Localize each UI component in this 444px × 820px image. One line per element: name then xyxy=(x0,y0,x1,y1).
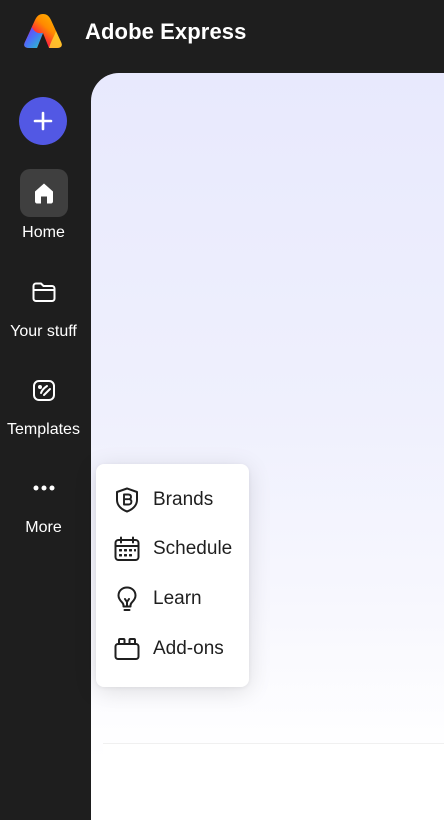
sidebar: Home Your stuff Templates More xyxy=(0,68,91,820)
folder-icon xyxy=(32,282,55,302)
more-icon xyxy=(33,485,54,491)
sidebar-item-label: Your stuff xyxy=(10,323,77,340)
sidebar-item-your-stuff[interactable]: Your stuff xyxy=(0,268,87,341)
sidebar-item-home[interactable]: Home xyxy=(0,169,87,242)
plus-icon xyxy=(33,111,53,131)
more-menu-popup: Brands Schedule Learn Add-ons xyxy=(96,464,249,687)
sidebar-item-label: More xyxy=(25,519,62,536)
main-content xyxy=(91,73,444,820)
home-icon-container xyxy=(19,169,68,217)
sidebar-item-more[interactable]: More xyxy=(0,464,87,537)
sidebar-item-label: Home xyxy=(22,224,65,241)
menu-item-learn[interactable]: Learn xyxy=(96,579,249,619)
content-card xyxy=(103,743,444,820)
menu-item-label: Brands xyxy=(153,489,214,510)
app-title: Adobe Express xyxy=(85,19,247,44)
menu-item-schedule[interactable]: Schedule xyxy=(96,529,249,569)
create-button[interactable] xyxy=(19,97,67,145)
menu-item-label: Schedule xyxy=(153,538,233,559)
sidebar-item-templates[interactable]: Templates xyxy=(0,366,87,439)
calendar-icon xyxy=(114,536,140,561)
lightbulb-icon xyxy=(117,586,137,611)
brand-icon xyxy=(116,487,138,513)
menu-item-add-ons[interactable]: Add-ons xyxy=(96,629,249,669)
home-icon xyxy=(34,183,53,204)
adobe-express-logo[interactable] xyxy=(24,13,62,49)
menu-item-label: Learn xyxy=(153,588,202,609)
top-bar: Adobe Express xyxy=(0,0,444,68)
addons-icon xyxy=(114,638,140,660)
templates-icon xyxy=(32,380,55,401)
sidebar-item-label: Templates xyxy=(7,421,80,438)
menu-item-brands[interactable]: Brands xyxy=(96,480,249,520)
menu-item-label: Add-ons xyxy=(153,638,224,659)
